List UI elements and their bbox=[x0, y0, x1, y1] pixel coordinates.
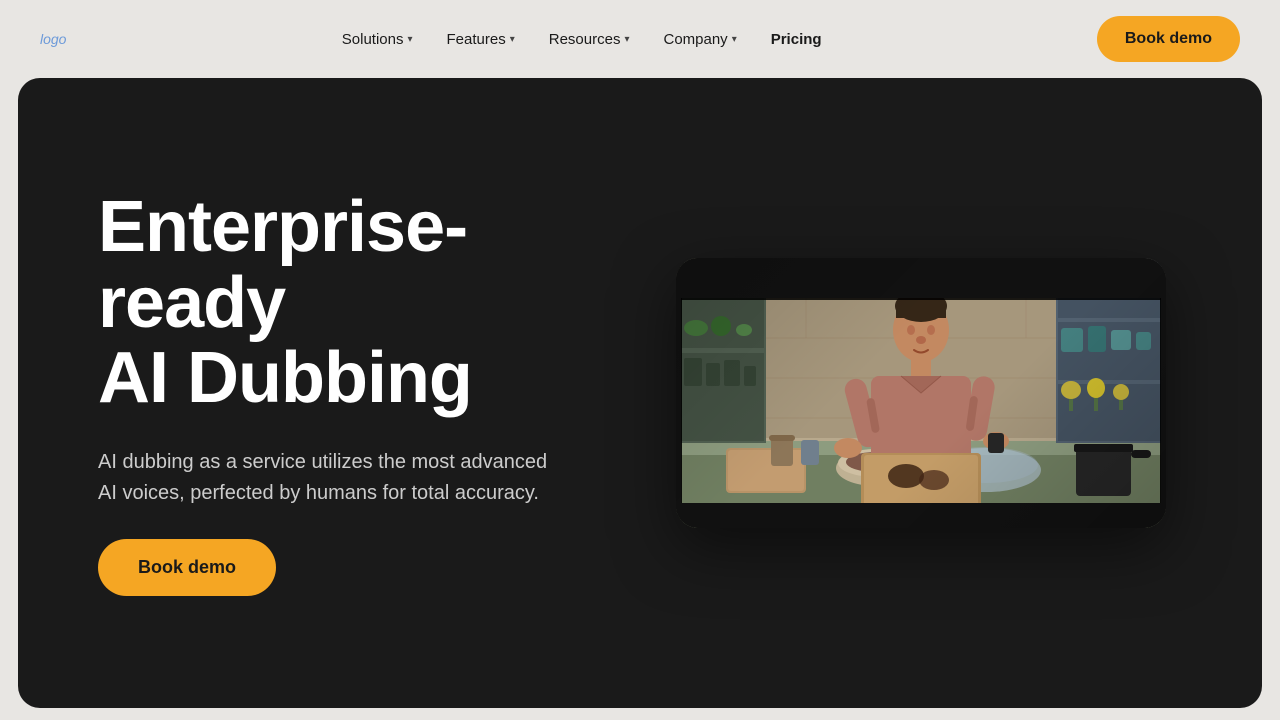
hero-book-demo-button[interactable]: Book demo bbox=[98, 539, 276, 596]
chevron-down-icon: ▾ bbox=[407, 34, 412, 45]
video-right-bar bbox=[1161, 258, 1166, 528]
nav-item-pricing[interactable]: Pricing bbox=[757, 23, 836, 56]
hero-subtitle: AI dubbing as a service utilizes the mos… bbox=[98, 447, 558, 509]
nav-item-solutions[interactable]: Solutions ▾ bbox=[328, 23, 427, 56]
video-bottom-bar bbox=[676, 503, 1166, 528]
hero-content-left: Enterprise-ready AI Dubbing AI dubbing a… bbox=[98, 190, 620, 596]
nav-item-resources[interactable]: Resources ▾ bbox=[535, 23, 644, 56]
chevron-down-icon: ▾ bbox=[510, 34, 515, 45]
nav-label-solutions: Solutions bbox=[342, 31, 404, 48]
chevron-down-icon: ▾ bbox=[732, 34, 737, 45]
kitchen-scene-illustration bbox=[676, 258, 1166, 528]
navbar: logo Solutions ▾ Features ▾ Resources ▾ … bbox=[0, 0, 1280, 78]
nav-label-pricing: Pricing bbox=[771, 31, 822, 48]
hero-title: Enterprise-ready AI Dubbing bbox=[98, 190, 620, 417]
hero-content-right bbox=[660, 258, 1182, 528]
chevron-down-icon: ▾ bbox=[624, 34, 629, 45]
nav-label-features: Features bbox=[447, 31, 506, 48]
video-left-bar bbox=[676, 258, 681, 528]
nav-links: Solutions ▾ Features ▾ Resources ▾ Compa… bbox=[328, 23, 836, 56]
nav-label-company: Company bbox=[663, 31, 727, 48]
video-top-bar bbox=[676, 258, 1166, 298]
nav-item-company[interactable]: Company ▾ bbox=[649, 23, 750, 56]
nav-book-demo-button[interactable]: Book demo bbox=[1097, 16, 1240, 62]
hero-video-frame bbox=[676, 258, 1166, 528]
nav-item-features[interactable]: Features ▾ bbox=[433, 23, 529, 56]
nav-label-resources: Resources bbox=[549, 31, 621, 48]
hero-section: Enterprise-ready AI Dubbing AI dubbing a… bbox=[18, 78, 1262, 708]
logo: logo bbox=[40, 31, 66, 47]
